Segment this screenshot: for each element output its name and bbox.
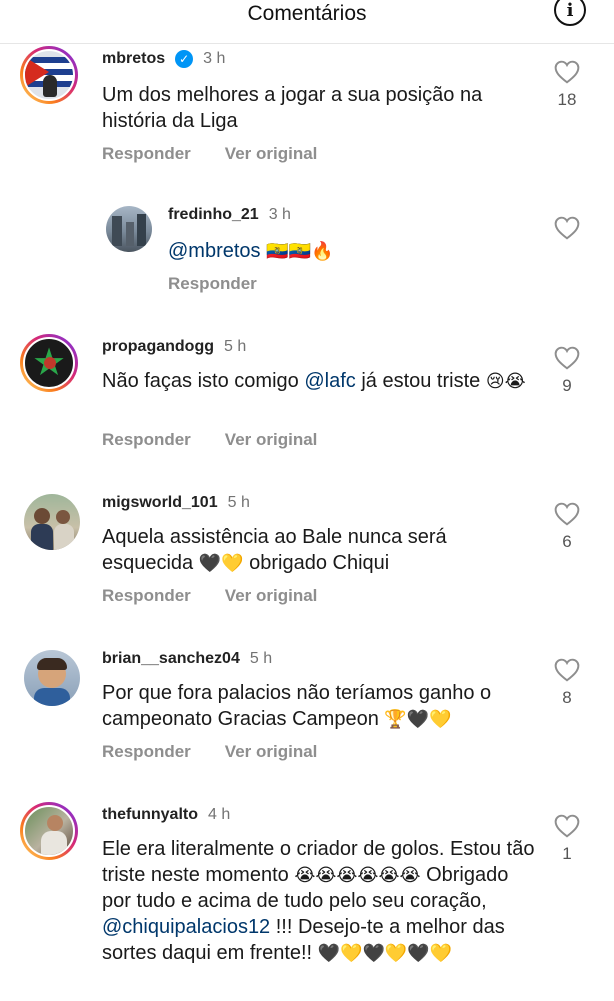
reply-button[interactable]: Responder bbox=[102, 144, 191, 164]
avatar-image bbox=[23, 805, 75, 857]
username[interactable]: fredinho_21 bbox=[168, 206, 259, 224]
avatar[interactable] bbox=[24, 650, 80, 706]
person-silhouette bbox=[31, 524, 53, 550]
like-control: 8 bbox=[547, 658, 587, 708]
heart-icon[interactable] bbox=[554, 658, 580, 682]
page-title: Comentários bbox=[247, 2, 367, 25]
comment-text: Um dos melhores a jogar a sua posição na… bbox=[102, 84, 483, 132]
like-control: 6 bbox=[547, 502, 587, 552]
timestamp: 3 h bbox=[268, 206, 291, 223]
like-count: 8 bbox=[562, 688, 572, 707]
avatar-image: ★ bbox=[23, 337, 75, 389]
comment-text: @mbretos 🇪🇨🇪🇨🔥 bbox=[168, 238, 538, 264]
avatar-image bbox=[106, 206, 152, 252]
like-control: 1 bbox=[547, 814, 587, 864]
avatar[interactable] bbox=[24, 494, 80, 550]
person-silhouette bbox=[34, 688, 70, 706]
mention-link[interactable]: @lafc bbox=[304, 370, 355, 392]
heart-icon[interactable] bbox=[554, 502, 580, 526]
emoji-group: 🇪🇨🇪🇨🔥 bbox=[266, 241, 334, 261]
timestamp: 5 h bbox=[223, 338, 247, 355]
timestamp: 5 h bbox=[249, 650, 273, 667]
verified-badge-icon: ✓ bbox=[175, 50, 194, 68]
like-control bbox=[547, 216, 587, 240]
comment-text: Não faças isto comigo @lafc já estou tri… bbox=[102, 368, 542, 394]
avatar[interactable] bbox=[106, 206, 152, 252]
see-original-button[interactable]: Ver original bbox=[225, 430, 318, 450]
comment-text-part: já estou triste bbox=[355, 370, 486, 392]
username[interactable]: thefunnyalto bbox=[102, 806, 198, 824]
building-shape bbox=[137, 214, 146, 246]
reply-button[interactable]: Responder bbox=[102, 430, 191, 450]
person-silhouette bbox=[56, 510, 70, 524]
heart-icon[interactable] bbox=[554, 60, 580, 84]
reply-button[interactable]: Responder bbox=[102, 586, 191, 606]
username[interactable]: mbretos bbox=[102, 50, 165, 68]
person-silhouette bbox=[41, 831, 67, 855]
avatar[interactable] bbox=[20, 802, 78, 860]
avatar[interactable] bbox=[20, 46, 78, 104]
like-count: 6 bbox=[562, 532, 572, 551]
username[interactable]: brian__sanchez04 bbox=[102, 650, 240, 668]
avatar-image bbox=[24, 494, 80, 550]
see-original-button[interactable]: Ver original bbox=[225, 586, 318, 606]
heart-icon[interactable] bbox=[554, 814, 580, 838]
comment-text-part: obrigado Chiqui bbox=[243, 552, 390, 574]
emoji-group: 😭😭😭😭😭😭 bbox=[294, 865, 421, 885]
hair-shape bbox=[37, 658, 67, 670]
emblem-center bbox=[44, 357, 56, 369]
see-original-button[interactable]: Ver original bbox=[225, 144, 318, 164]
emoji-group: 🖤💛🖤💛🖤💛 bbox=[317, 943, 453, 963]
emoji-group: 🖤💛 bbox=[198, 553, 244, 573]
timestamp: 5 h bbox=[227, 494, 250, 511]
mention-link[interactable]: @mbretos bbox=[168, 240, 261, 262]
emoji-group: 🏆🖤💛 bbox=[384, 709, 452, 729]
heart-icon[interactable] bbox=[554, 216, 580, 240]
username[interactable]: migsworld_101 bbox=[102, 494, 218, 512]
like-control: 9 bbox=[547, 346, 587, 396]
like-control: 18 bbox=[547, 60, 587, 110]
person-silhouette bbox=[34, 508, 50, 524]
emoji-group: 😢😭 bbox=[485, 371, 526, 391]
like-count: 18 bbox=[557, 90, 577, 109]
person-silhouette bbox=[43, 75, 57, 97]
like-count: 9 bbox=[562, 376, 572, 395]
mention-link[interactable]: @chiquipalacios12 bbox=[102, 916, 270, 938]
header: Comentários i bbox=[0, 0, 614, 44]
heart-icon[interactable] bbox=[554, 346, 580, 370]
comment-text: Aquela assistência ao Bale nunca será es… bbox=[102, 524, 542, 576]
reply-button[interactable]: Responder bbox=[168, 274, 257, 294]
building-shape bbox=[112, 216, 122, 246]
person-silhouette bbox=[47, 815, 63, 831]
building-shape bbox=[126, 222, 134, 246]
reply-button[interactable]: Responder bbox=[102, 742, 191, 762]
username[interactable]: propagandogg bbox=[102, 338, 214, 356]
comment-text: Por que fora palacios não teríamos ganho… bbox=[102, 680, 542, 732]
timestamp: 3 h bbox=[203, 50, 226, 67]
timestamp: 4 h bbox=[208, 806, 231, 823]
avatar-image bbox=[23, 49, 75, 101]
comment-text-part: Não faças isto comigo bbox=[102, 370, 305, 392]
comment-text: Ele era literalmente o criador de golos.… bbox=[102, 836, 542, 966]
avatar[interactable]: ★ bbox=[20, 334, 78, 392]
person-silhouette bbox=[54, 524, 74, 550]
see-original-button[interactable]: Ver original bbox=[225, 742, 318, 762]
like-count: 1 bbox=[562, 844, 572, 863]
avatar-image bbox=[24, 650, 80, 706]
